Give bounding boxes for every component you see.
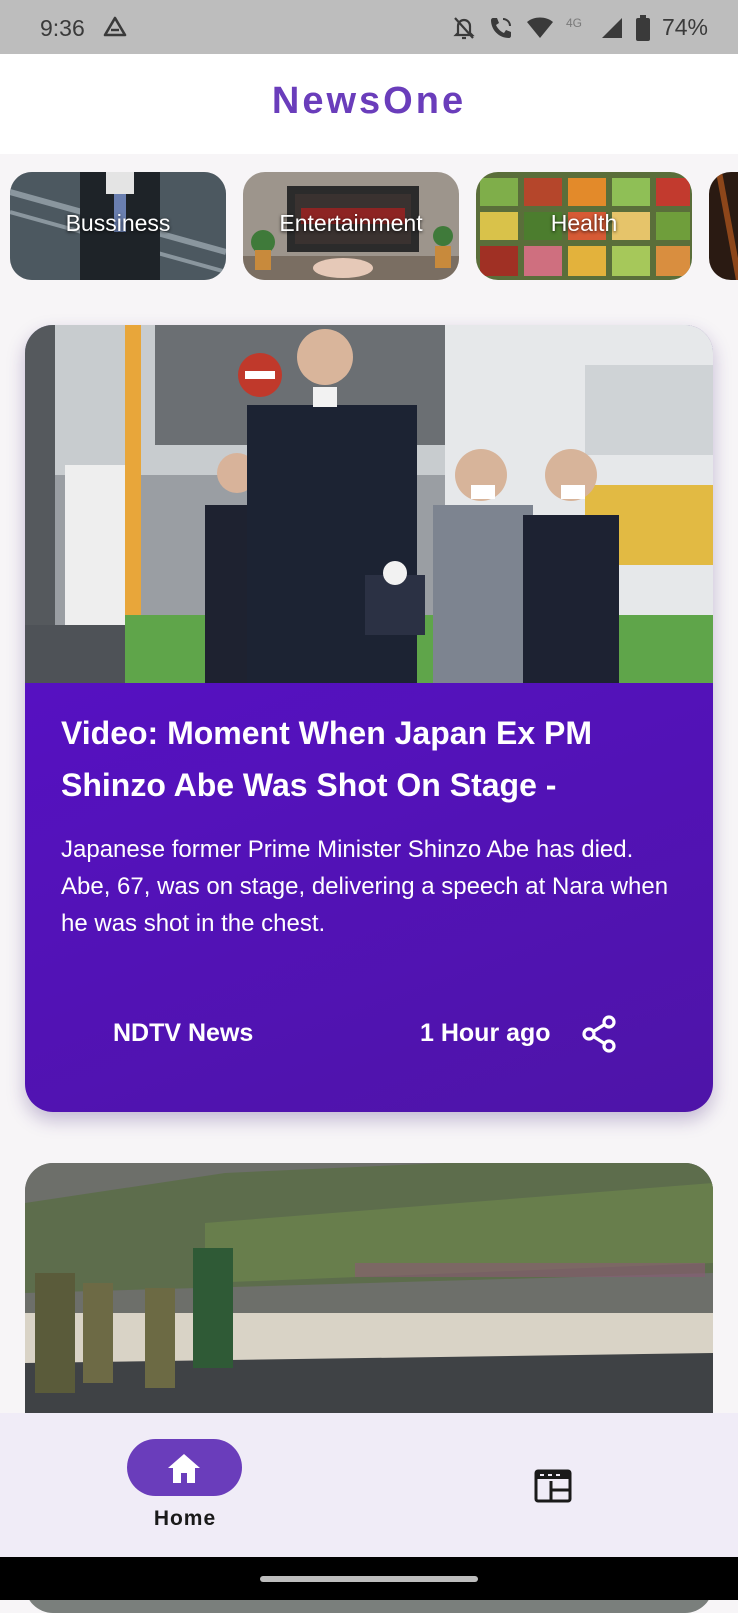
newspaper-icon[interactable]: [534, 1469, 572, 1503]
partial-thumbnail: [709, 172, 738, 280]
category-label: Health: [550, 210, 618, 236]
category-health[interactable]: Health: [476, 172, 692, 280]
lte-4g-icon: 4G: [566, 16, 582, 30]
battery-percentage: 74%: [661, 14, 708, 40]
nav-home-button[interactable]: [127, 1439, 242, 1496]
flood-rescue-photo: [25, 1163, 713, 1423]
status-bar: 9:36 4G 74%: [0, 0, 738, 54]
status-time: 9:36: [40, 15, 85, 41]
category-label: Entertainment: [279, 210, 423, 236]
news-title[interactable]: Video: Moment When Japan Ex PM Shinzo Ab…: [61, 707, 681, 811]
news-image: [25, 325, 713, 683]
app-title: NewsOne: [271, 80, 467, 122]
news-card[interactable]: Video: Moment When Japan Ex PM Shinzo Ab…: [25, 325, 713, 1112]
drive-icon: [103, 16, 127, 37]
category-carousel[interactable]: Bussiness Entertainment Health: [0, 172, 738, 282]
status-icons: 4G 74%: [452, 14, 708, 41]
gesture-handle[interactable]: [260, 1576, 478, 1582]
wifi-call-icon: [490, 17, 511, 38]
home-icon: [168, 1454, 200, 1483]
system-gesture-bar: [0, 1557, 738, 1600]
category-entertainment[interactable]: Entertainment: [243, 172, 459, 280]
app-header: NewsOne: [0, 54, 738, 154]
wifi-icon: [526, 17, 553, 38]
nav-home-label[interactable]: Home: [120, 1507, 250, 1531]
battery-icon: [635, 14, 650, 41]
news-source: NDTV News: [113, 1019, 254, 1047]
bottom-navigation: Home: [0, 1413, 738, 1557]
category-label: Bussiness: [65, 210, 171, 236]
news-description: Japanese former Prime Minister Shinzo Ab…: [61, 836, 669, 937]
share-icon[interactable]: [581, 1015, 617, 1053]
svg-text:4G: 4G: [566, 16, 582, 30]
category-business[interactable]: Bussiness: [10, 172, 226, 280]
bell-off-icon: [453, 16, 475, 39]
category-partial[interactable]: [709, 172, 738, 280]
signal-icon: [601, 17, 622, 38]
news-time: 1 Hour ago: [420, 1019, 551, 1047]
